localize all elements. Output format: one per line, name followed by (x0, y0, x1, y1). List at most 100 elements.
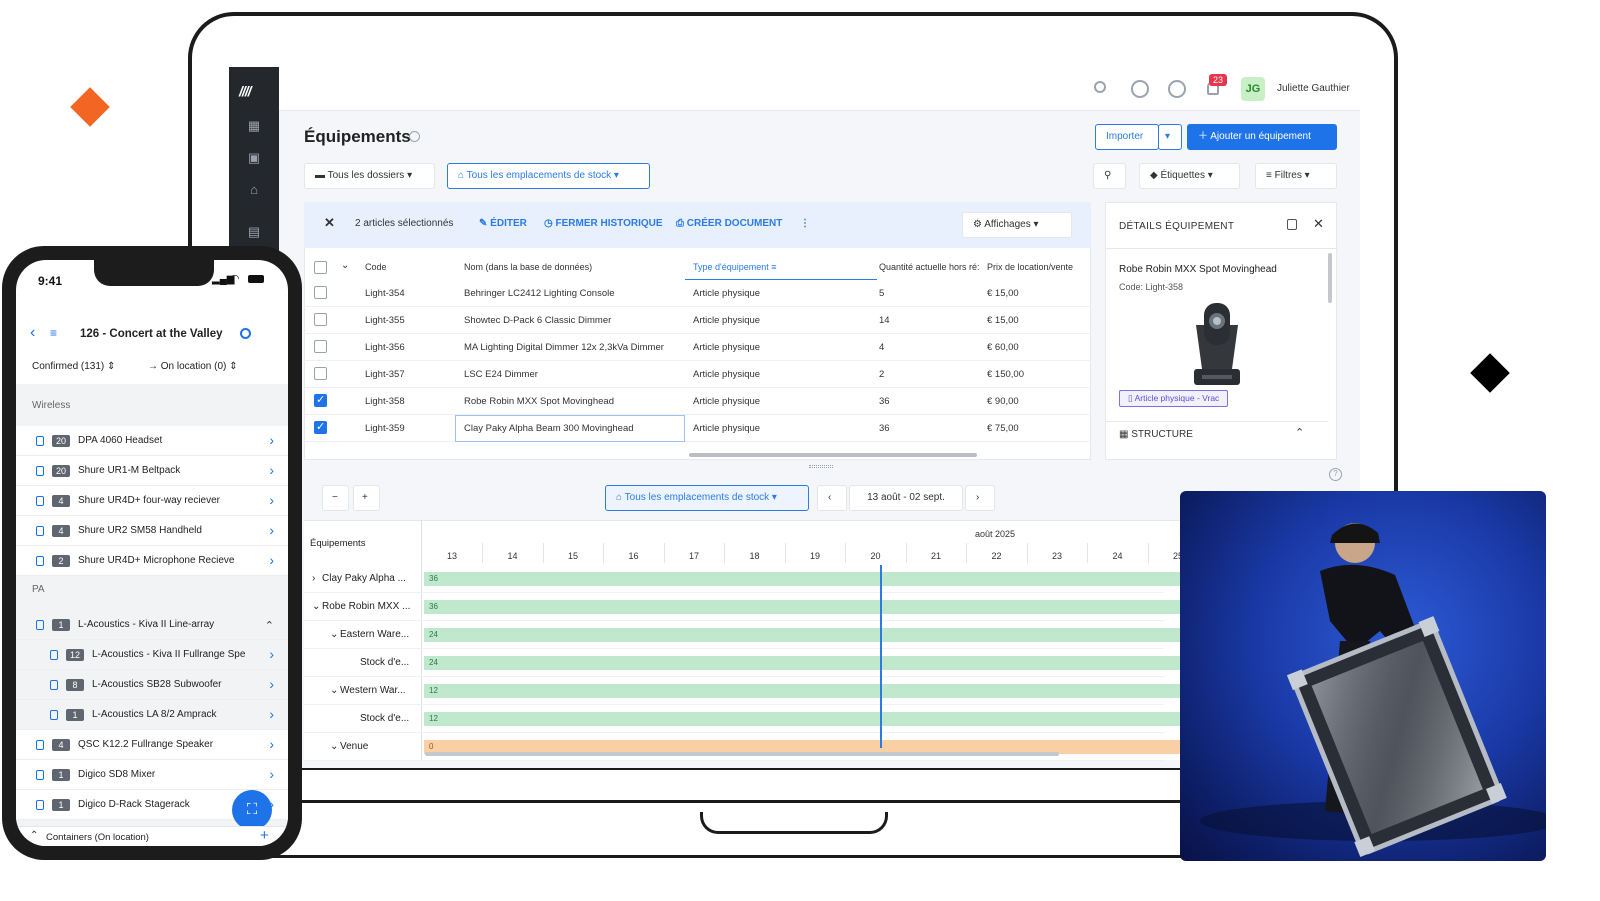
import-dropdown-button[interactable]: ▾ (1158, 124, 1182, 150)
header-code[interactable]: Code (365, 262, 387, 272)
expand-caret-icon[interactable]: ⌄ (330, 685, 338, 696)
close-details-icon[interactable]: ✕ (1313, 216, 1324, 232)
footer-chevron-icon[interactable]: ⌃ (30, 830, 38, 841)
expand-caret-icon[interactable]: ⌄ (330, 741, 338, 752)
confirmed-filter[interactable]: Confirmed (131) ⇕ (32, 361, 115, 372)
chevron-right-icon[interactable]: › (269, 736, 274, 752)
lock-icon[interactable] (1287, 219, 1297, 230)
details-scrollbar[interactable] (1328, 253, 1332, 303)
row-checkbox[interactable] (314, 313, 327, 326)
availability-bar[interactable]: 36 (424, 572, 1184, 586)
table-row[interactable]: Light-355 Showtec D-Pack 6 Classic Dimmer… (304, 307, 1091, 334)
select-menu-chevron-icon[interactable]: ⌄ (341, 260, 349, 271)
availability-bar[interactable]: 24 (424, 628, 1184, 642)
on-location-filter[interactable]: → On location (0) ⇕ (148, 361, 238, 372)
chevron-right-icon[interactable]: › (269, 492, 274, 508)
phone-list-item[interactable]: 8 L-Acoustics SB28 Subwoofer › (16, 670, 288, 700)
app-logo[interactable]: //// (239, 83, 269, 99)
help-circle-icon[interactable] (409, 131, 420, 142)
phone-list-item[interactable]: 1 Digico SD8 Mixer › (16, 760, 288, 790)
row-checkbox[interactable] (314, 340, 327, 353)
availability-bar[interactable]: 36 (424, 600, 1184, 614)
more-options-icon[interactable]: ⋮ (800, 218, 810, 229)
availability-bar[interactable]: 24 (424, 656, 1184, 670)
chevron-right-icon[interactable]: › (269, 522, 274, 538)
previous-period-button[interactable]: ‹ (817, 485, 847, 511)
help-icon[interactable] (1168, 80, 1186, 98)
phone-list-item[interactable]: 4 Shure UR2 SM58 Handheld › (16, 516, 288, 546)
zoom-out-button[interactable]: − (322, 485, 349, 511)
table-horizontal-scrollbar[interactable] (689, 453, 977, 457)
phone-list-item[interactable]: 2 Shure UR4D+ Microphone Recieve › (16, 546, 288, 576)
activity-icon[interactable] (1131, 80, 1149, 98)
search-icon[interactable] (1094, 81, 1106, 93)
table-resize-handle[interactable] (809, 465, 833, 468)
expand-caret-icon[interactable]: › (312, 573, 315, 584)
edit-button[interactable]: ✎ ÉDITER (479, 218, 527, 229)
phone-list-item[interactable]: 1 L-Acoustics LA 8/2 Amprack › (16, 700, 288, 730)
collapse-icon[interactable]: ⌃ (265, 619, 274, 632)
row-checkbox[interactable] (314, 420, 327, 434)
table-row[interactable]: Light-356 MA Lighting Digital Dimmer 12x … (304, 334, 1091, 361)
table-row[interactable]: Light-357 LSC E24 Dimmer Article physique 2… (304, 361, 1091, 388)
stock-locations-dropdown[interactable]: ⌂ Tous les emplacements de stock ▾ (447, 163, 650, 189)
phone-search-icon[interactable] (240, 328, 251, 339)
gantt-row[interactable]: ⌄ Eastern Ware... 24 (304, 621, 1184, 649)
row-checkbox[interactable] (314, 286, 327, 299)
clear-selection-icon[interactable]: ✕ (324, 215, 335, 231)
row-checkbox[interactable] (314, 367, 327, 380)
gantt-row[interactable]: ⌄ Robe Robin MXX ... 36 (304, 593, 1184, 621)
create-document-button[interactable]: ⎙ CRÉER DOCUMENT (676, 218, 782, 229)
import-button[interactable]: Importer (1095, 124, 1159, 150)
gantt-horizontal-scrollbar[interactable] (425, 752, 1059, 756)
next-period-button[interactable]: › (965, 485, 995, 511)
phone-list-item[interactable]: 20 Shure UR1-M Beltpack › (16, 456, 288, 486)
planning-help-icon[interactable]: ? (1329, 468, 1342, 481)
phone-list-item[interactable]: 1 L-Acoustics - Kiva II Line-array ⌃ (16, 610, 288, 640)
chevron-right-icon[interactable]: › (269, 706, 274, 722)
header-price[interactable]: Prix de location/vente (987, 262, 1073, 272)
chevron-right-icon[interactable]: › (269, 766, 274, 782)
availability-bar[interactable]: 12 (424, 712, 1184, 726)
chevron-right-icon[interactable]: › (269, 462, 274, 478)
chevron-right-icon[interactable]: › (269, 646, 274, 662)
date-range[interactable]: 13 août - 02 sept. (849, 485, 963, 511)
add-container-icon[interactable]: + (260, 827, 269, 844)
dashboard-icon[interactable]: ▦ (247, 119, 261, 133)
availability-bar[interactable]: 12 (424, 684, 1184, 698)
table-row[interactable]: Light-354 Behringer LC2412 Lighting Conso… (304, 280, 1091, 307)
warehouse-icon[interactable]: ⌂ (247, 183, 261, 197)
user-name[interactable]: Juliette Gauthier (1277, 83, 1350, 94)
scan-button[interactable]: ⛶ (232, 790, 272, 830)
gantt-row[interactable]: › Clay Paky Alpha ... 36 (304, 565, 1184, 593)
filter-icon[interactable]: ≡ (50, 326, 57, 340)
expand-caret-icon[interactable]: ⌄ (312, 601, 320, 612)
select-all-checkbox[interactable] (314, 261, 327, 274)
phone-list-item[interactable]: 20 DPA 4060 Headset › (16, 426, 288, 456)
details-tag[interactable]: ▯ Article physique - Vrac (1119, 390, 1229, 407)
tags-dropdown[interactable]: ◆ Étiquettes ▾ (1139, 163, 1240, 189)
collapse-chevron-icon[interactable]: ⌃ (1295, 426, 1304, 439)
close-history-button[interactable]: ◷ FERMER HISTORIQUE (544, 218, 663, 229)
filters-dropdown[interactable]: ≡ Filtres ▾ (1255, 163, 1337, 189)
back-icon[interactable]: ‹ (30, 324, 35, 342)
phone-list-item[interactable]: 4 Shure UR4D+ four-way reciever › (16, 486, 288, 516)
phone-list-item[interactable]: 4 QSC K12.2 Fullrange Speaker › (16, 730, 288, 760)
chevron-right-icon[interactable]: › (269, 432, 274, 448)
structure-section-toggle[interactable]: ▦ STRUCTURE (1119, 429, 1193, 440)
chevron-right-icon[interactable]: › (269, 552, 274, 568)
add-equipment-button[interactable]: ＋ Ajouter un équipement (1187, 124, 1337, 150)
calendar-icon[interactable]: ▣ (247, 151, 261, 165)
table-icon[interactable]: ▤ (247, 225, 261, 239)
header-quantity[interactable]: Quantité actuelle hors ré: (879, 262, 980, 272)
zoom-in-button[interactable]: + (353, 485, 380, 511)
gantt-row[interactable]: Stock d'e... 24 (304, 649, 1184, 677)
chevron-right-icon[interactable]: › (269, 676, 274, 692)
header-name[interactable]: Nom (dans la base de données) (464, 262, 592, 272)
header-type[interactable]: Type d'équipement ≡ (693, 262, 777, 272)
folders-dropdown[interactable]: ▬ Tous les dossiers ▾ (304, 163, 435, 189)
views-dropdown[interactable]: ⚙ Affichages ▾ (962, 212, 1072, 238)
expand-caret-icon[interactable]: ⌄ (330, 629, 338, 640)
row-checkbox[interactable] (314, 393, 327, 407)
table-search-button[interactable]: ⚲ (1093, 163, 1126, 189)
